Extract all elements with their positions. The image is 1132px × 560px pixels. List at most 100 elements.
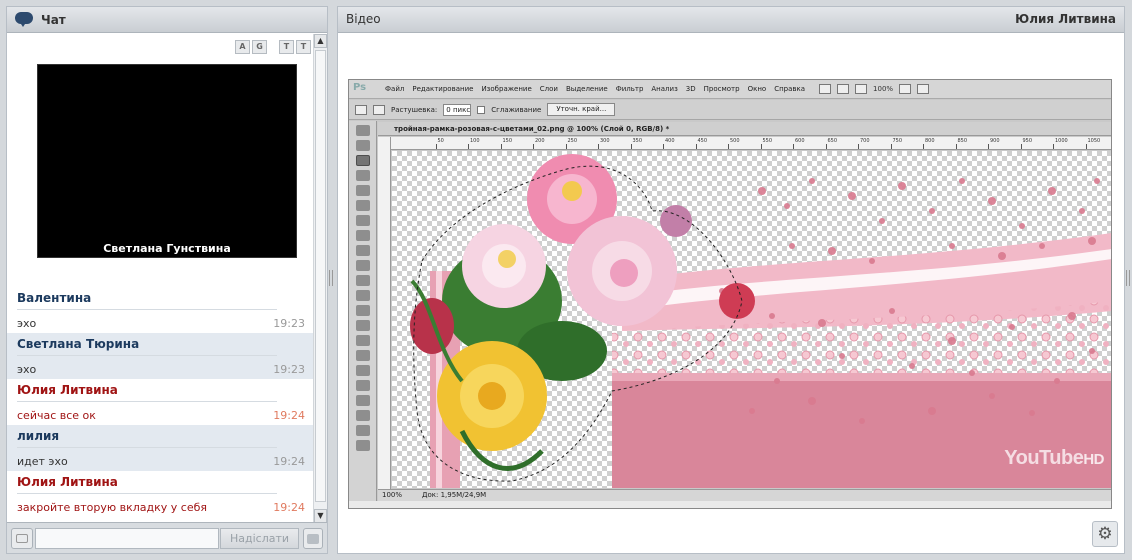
font-larger-button[interactable]: T (279, 40, 294, 54)
arrange-documents-icon[interactable] (899, 84, 912, 94)
eyedropper-tool-icon[interactable] (355, 200, 370, 211)
3d-orbit-tool-icon[interactable] (355, 410, 370, 421)
font-smaller-button[interactable]: T (296, 40, 311, 54)
gradient-tool-icon[interactable] (355, 290, 370, 301)
ps-menu-item[interactable]: Анализ (651, 85, 677, 93)
panel-splitter-handle[interactable] (329, 270, 333, 286)
ruler-tick (695, 144, 697, 149)
ps-menu-item[interactable]: Файл (385, 85, 404, 93)
chat-input-bar: Надіслати (7, 522, 327, 553)
marquee-tool-icon[interactable] (355, 140, 370, 151)
youtube-hd-watermark: YouTubeHD (1004, 447, 1104, 470)
brush-tool-icon[interactable] (355, 230, 370, 241)
ps-menu-item[interactable]: Редактирование (412, 85, 473, 93)
move-tool-icon[interactable] (355, 125, 370, 136)
ps-menu-item[interactable]: Изображение (481, 85, 531, 93)
scroll-down-icon[interactable]: ▼ (314, 509, 327, 523)
chat-title: Чат (41, 12, 66, 27)
crop-tool-icon[interactable] (355, 185, 370, 196)
chat-scrollbar[interactable]: ▲ ▼ (313, 34, 327, 523)
dodge-tool-icon[interactable] (355, 320, 370, 331)
3d-rotate-tool-icon[interactable] (355, 395, 370, 406)
ps-menubar: Ps Файл Редактирование Изображение Слои … (349, 80, 1111, 99)
ruler-tick (923, 144, 924, 149)
chat-header: Чат (7, 7, 327, 33)
message-author: Светлана Тюрина (17, 337, 140, 351)
ruler-tick (1085, 144, 1087, 149)
quick-select-tool-icon[interactable] (355, 170, 370, 181)
view-extras-icon[interactable] (855, 84, 868, 94)
ps-menu-item[interactable]: Окно (748, 85, 767, 93)
scroll-thumb[interactable] (315, 50, 326, 502)
message-input[interactable] (35, 528, 219, 549)
webcam-view: Светлана Гунствина (37, 64, 297, 258)
screen-mode-icon[interactable] (917, 84, 930, 94)
shape-tool-icon[interactable] (355, 380, 370, 391)
zoom-tool-icon[interactable] (355, 440, 370, 451)
ruler-label: 100 (470, 138, 480, 144)
clear-chat-icon[interactable] (303, 528, 323, 549)
bridge-icon[interactable] (819, 84, 832, 94)
ps-menu-item[interactable]: Выделение (566, 85, 608, 93)
history-brush-icon[interactable] (355, 260, 370, 271)
ruler-label: 900 (990, 138, 1000, 144)
right-splitter-handle[interactable] (1126, 270, 1130, 286)
ps-toolbox (349, 121, 377, 508)
ruler-tick (728, 144, 729, 149)
stamp-tool-icon[interactable] (355, 245, 370, 256)
blur-tool-icon[interactable] (355, 305, 370, 316)
antialias-checkbox[interactable] (477, 105, 486, 114)
selection-mode-icon[interactable] (373, 104, 385, 115)
type-tool-icon[interactable] (355, 350, 370, 361)
message-text: сейчас все ок (17, 409, 96, 422)
gear-icon[interactable]: ⚙ (1092, 521, 1118, 547)
video-owner-name: Юлия Литвина (1015, 12, 1116, 26)
ruler-label: 650 (827, 138, 838, 144)
feather-input[interactable]: 0 пикс (443, 103, 472, 116)
shared-screen: Ps Файл Редактирование Изображение Слои … (348, 79, 1112, 509)
message-list: Валентина эхо 19:23 Светлана Тюрина эхо … (7, 287, 313, 517)
zoom-level-select[interactable]: 100% (873, 85, 893, 93)
message-author: Юлия Литвина (17, 475, 118, 489)
minibridge-icon[interactable] (837, 84, 850, 94)
ps-menu-item[interactable]: Фильтр (616, 85, 644, 93)
mute-button[interactable]: A (235, 40, 250, 54)
ps-menu-item[interactable]: Слои (540, 85, 558, 93)
ps-canvas[interactable]: YouTubeHD (392, 151, 1111, 488)
refine-edge-button[interactable]: Уточн. край... (547, 103, 616, 116)
hand-tool-icon[interactable] (355, 425, 370, 436)
ps-status-bar: 100% Док: 1,95M/24,9M (378, 489, 1111, 501)
ruler-tick (1053, 144, 1054, 149)
camera-toggle-button[interactable]: G (252, 40, 267, 54)
horizontal-ruler: 50 100 150 200 250 300 350 400 450 500 550 600 650 70… (391, 137, 1111, 150)
ruler-tick (825, 144, 827, 149)
ps-menu-item[interactable]: Справка (774, 85, 805, 93)
scroll-up-icon[interactable]: ▲ (314, 34, 327, 48)
video-header: Відео Юлия Литвина (338, 7, 1124, 33)
lasso-preset-icon[interactable] (355, 104, 367, 115)
pen-tool-icon[interactable] (355, 335, 370, 346)
message-author: Валентина (17, 291, 92, 305)
message-divider (17, 493, 277, 494)
ruler-tick (598, 144, 599, 149)
eraser-tool-icon[interactable] (355, 275, 370, 286)
ruler-label: 400 (665, 138, 675, 144)
lasso-tool-icon[interactable] (355, 155, 370, 166)
ruler-tick (533, 144, 534, 149)
youtube-text: YouTube (1004, 447, 1084, 469)
ruler-tick (468, 144, 469, 149)
emoticon-icon[interactable] (11, 528, 33, 549)
send-button[interactable]: Надіслати (220, 528, 299, 549)
message-time: 19:24 (273, 409, 305, 422)
status-zoom[interactable]: 100% (382, 490, 402, 501)
ruler-tick (760, 144, 762, 149)
app-frame: Чат A G T T Светлана Гунствина Валентина… (0, 0, 1132, 560)
video-panel: Відео Юлия Литвина Ps Файл Редактировани… (337, 6, 1125, 554)
chat-panel: Чат A G T T Светлана Гунствина Валентина… (6, 6, 328, 554)
path-select-tool-icon[interactable] (355, 365, 370, 376)
healing-tool-icon[interactable] (355, 215, 370, 226)
ruler-label: 300 (600, 138, 610, 144)
ps-menu-item[interactable]: 3D (686, 85, 696, 93)
ps-menu-item[interactable]: Просмотр (704, 85, 740, 93)
document-tab[interactable]: тройная-рамка-розовая-с-цветами_02.png @… (378, 122, 1111, 136)
